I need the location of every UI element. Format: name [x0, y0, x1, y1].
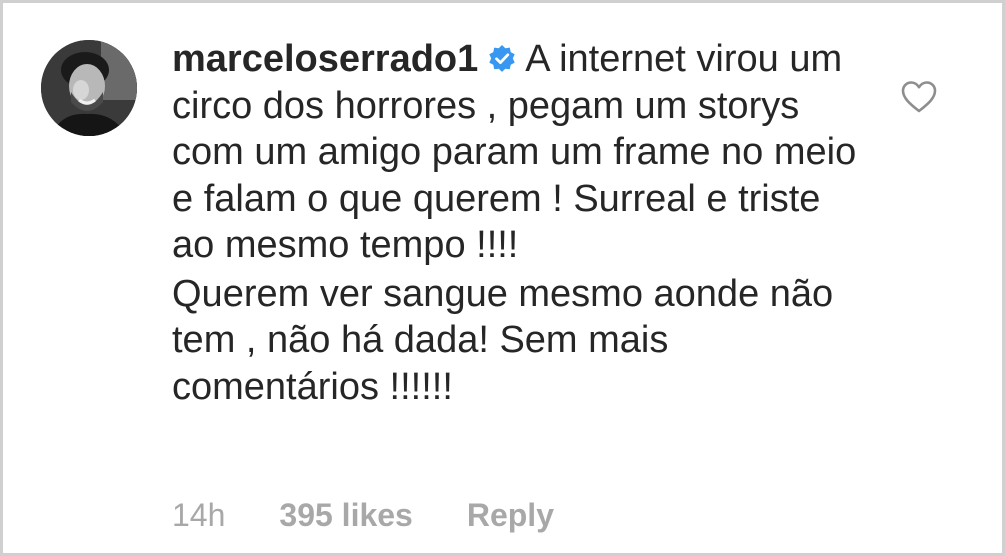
- timestamp[interactable]: 14h: [172, 491, 225, 539]
- like-comment-button[interactable]: [900, 80, 938, 114]
- comment-body: marceloserrado1 A internet virou um circo…: [172, 36, 862, 410]
- comment-card: marceloserrado1 A internet virou um circo…: [0, 0, 1005, 556]
- comment-paragraph-2: Querem ver sangue mesmo aonde não tem , …: [172, 271, 862, 411]
- verified-badge-icon: [487, 44, 517, 74]
- profile-photo: [41, 40, 137, 136]
- comment-meta: 14h 395 likes Reply: [172, 491, 554, 539]
- avatar[interactable]: [41, 40, 137, 136]
- reply-button[interactable]: Reply: [467, 491, 554, 539]
- comment-text-2: Querem ver sangue mesmo aonde não tem , …: [172, 272, 834, 408]
- comment-paragraph-1: marceloserrado1 A internet virou um circo…: [172, 36, 862, 269]
- heart-outline-icon: [901, 81, 937, 113]
- username-link[interactable]: marceloserrado1: [172, 38, 478, 80]
- likes-count-button[interactable]: 395 likes: [279, 491, 412, 539]
